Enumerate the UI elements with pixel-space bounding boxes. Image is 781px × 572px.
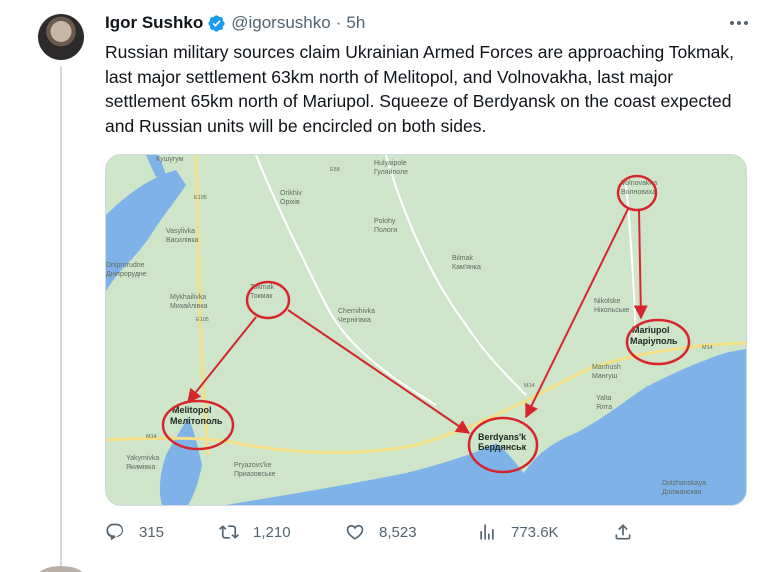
place-nikolske-ua: Нікольське [594, 306, 630, 314]
road-label-e58: E58 [330, 167, 340, 173]
road-label-m14-a: M14 [146, 434, 157, 440]
place-bilmak-en: Bilmak [452, 255, 474, 262]
place-yalta-ua: Ялта [596, 404, 612, 411]
city-berdyansk-ua: Бердянськ [478, 442, 527, 452]
views-button[interactable]: 773.6K [477, 522, 559, 542]
retweet-count: 1,210 [253, 523, 291, 541]
place-mykhailivka-en: Mykhailivka [170, 294, 206, 301]
views-count: 773.6K [511, 523, 559, 541]
like-button[interactable]: 8,523 [345, 522, 417, 542]
place-dniprorudne-ua: Дніпрорудне [106, 270, 147, 278]
place-pryazovske-en: Pryazovs'ke [234, 462, 272, 469]
reply-icon [106, 523, 124, 541]
next-avatar[interactable] [38, 566, 84, 572]
reply-button[interactable]: 315 [105, 522, 164, 542]
place-yalta-en: Yalta [596, 395, 612, 402]
author-name[interactable]: Igor Sushko [105, 13, 203, 33]
place-yakymivka-en: Yakymivka [126, 455, 159, 462]
place-volnovakha-ua: Волноваха [621, 189, 656, 196]
more-icon[interactable] [728, 14, 750, 32]
place-dolzhanskaya-en: Dolzhanskaya [662, 480, 706, 487]
place-bilmak-ua: Кам'янка [452, 264, 481, 271]
reply-count: 315 [139, 523, 165, 541]
place-chernihivka-ua: Чернігівка [338, 316, 371, 324]
place-vasylivka-en: Vasylivka [166, 228, 195, 235]
place-kushuhum: Кушугум [156, 156, 184, 163]
place-manhush-en: Manhush [592, 364, 621, 371]
place-hulyaipole-en: Hulyaipole [374, 160, 407, 167]
place-dniprorudne-en: Dniprorudne [106, 262, 145, 269]
like-icon [346, 524, 364, 540]
map-svg: Кушугум Hulyaipole Гуляйполе Orikhiv Орі… [106, 155, 746, 505]
city-mariupol-ua: Маріуполь [630, 336, 678, 346]
place-hulyaipole-ua: Гуляйполе [374, 168, 408, 176]
road-label-m14-c: M14 [702, 345, 713, 351]
place-nikolske-en: Nikolske [594, 298, 621, 305]
place-yakymivka-ua: Якимівка [126, 463, 155, 471]
retweet-button[interactable]: 1,210 [219, 522, 291, 542]
place-tokmak-ua: Токмак [250, 293, 273, 300]
share-icon [615, 524, 631, 540]
tweet-text: Russian military sources claim Ukrainian… [105, 42, 734, 136]
tweet[interactable]: Igor Sushko @igorsushko · 5h Russian mil… [0, 0, 781, 572]
place-polohy-en: Polohy [374, 218, 396, 225]
road-label-m14-b: M14 [524, 383, 535, 389]
separator: · [335, 13, 342, 32]
place-orikhiv-ua: Оріхів [280, 198, 300, 206]
tweet-image-map[interactable]: Кушугум Hulyaipole Гуляйполе Orikhiv Орі… [105, 154, 747, 506]
avatar[interactable] [38, 14, 84, 60]
author-handle[interactable]: @igorsushko [231, 13, 330, 33]
road-label-e105: E105 [194, 195, 207, 201]
share-button[interactable] [613, 522, 633, 542]
place-chernihivka-en: Chernihivka [338, 308, 375, 315]
road-label-e105b: E105 [196, 317, 209, 323]
action-bar: 315 1,210 8,523 773.6K [105, 522, 645, 548]
city-berdyansk-en: Berdyans'k [478, 432, 527, 442]
avatar-column [38, 14, 84, 572]
place-vasylivka-ua: Василівка [166, 236, 199, 244]
place-orikhiv-en: Orikhiv [280, 190, 302, 197]
place-dolzhanskaya-ua: Должанская [662, 489, 702, 496]
place-mykhailivka-ua: Михайлівка [170, 302, 208, 310]
thread-line [60, 66, 62, 572]
place-polohy-ua: Пологи [374, 227, 397, 234]
like-count: 8,523 [379, 523, 417, 541]
retweet-icon [219, 525, 239, 539]
place-pryazovske-ua: Приазовське [234, 471, 276, 478]
tweet-header: Igor Sushko @igorsushko · 5h [105, 12, 365, 34]
views-icon [480, 524, 494, 540]
timestamp[interactable]: 5h [346, 13, 365, 33]
verified-badge-icon [208, 14, 225, 32]
place-manhush-ua: Мангуш [592, 373, 618, 380]
city-melitopol-ua: Мелітополь [170, 416, 223, 426]
